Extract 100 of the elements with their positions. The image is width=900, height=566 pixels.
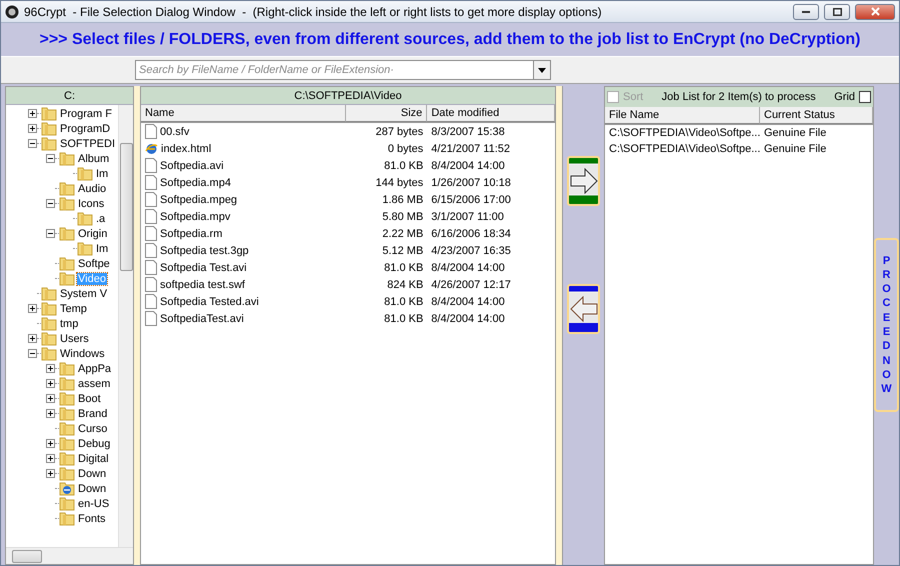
file-date: 4/23/2007 16:35 (430, 244, 512, 256)
remove-button[interactable] (567, 284, 600, 334)
expand-icon[interactable] (28, 304, 37, 313)
job-status: Genuine File (763, 143, 828, 155)
folder-item[interactable]: Debug (77, 438, 112, 450)
folder-item[interactable]: Origin (77, 228, 108, 240)
expand-icon[interactable] (46, 469, 55, 478)
folder-item[interactable]: Program F (59, 108, 113, 120)
column-header[interactable]: Name (141, 105, 346, 122)
folder-item[interactable]: en-US (77, 498, 110, 510)
close-button[interactable] (855, 4, 895, 20)
expand-icon[interactable] (46, 394, 55, 403)
grid-label: Grid (834, 91, 855, 103)
file-name[interactable]: 00.sfv (160, 126, 190, 138)
file-name[interactable]: Softpedia.mpeg (160, 194, 238, 206)
folder-item[interactable]: System V (59, 288, 108, 300)
column-header[interactable]: Current Status (760, 107, 873, 124)
folder-icon (41, 346, 57, 360)
file-name[interactable]: Softpedia Tested.avi (160, 296, 259, 308)
folder-item[interactable]: Down (77, 468, 108, 480)
folder-item[interactable]: Icons (77, 198, 106, 210)
file-name[interactable]: Softpedia.mp4 (160, 176, 231, 188)
folder-icon (59, 152, 75, 166)
web-page-icon (145, 142, 158, 156)
expand-icon[interactable] (46, 379, 55, 388)
dropdown-button[interactable] (533, 60, 551, 80)
folder-item[interactable]: Users (59, 332, 90, 344)
folder-item[interactable]: Softpe (77, 258, 111, 270)
file-name[interactable]: softpedia test.swf (160, 278, 245, 290)
folder-icon (59, 182, 75, 196)
minimize-icon (802, 10, 810, 12)
expand-icon[interactable] (28, 124, 37, 133)
file-name[interactable]: Softpedia Test.avi (160, 262, 247, 274)
folder-item[interactable]: tmp (59, 318, 80, 330)
file-date: 8/4/2004 14:00 (430, 262, 506, 274)
proceed-button[interactable]: PROCEED NOW (874, 238, 899, 412)
folder-icon (59, 496, 75, 510)
folder-item[interactable]: Down (77, 482, 108, 494)
collapse-icon[interactable] (28, 349, 37, 358)
horizontal-scrollbar[interactable] (6, 547, 133, 564)
collapse-icon[interactable] (46, 199, 55, 208)
web-folder-icon (59, 482, 75, 496)
folder-item[interactable]: Curso (77, 422, 108, 434)
collapse-icon[interactable] (28, 139, 37, 148)
file-name[interactable]: index.html (161, 142, 212, 154)
folder-item[interactable]: Im (95, 168, 110, 180)
file-name[interactable]: Softpedia test.3gp (160, 244, 249, 256)
expand-icon[interactable] (46, 454, 55, 463)
file-date: 3/1/2007 11:00 (430, 210, 505, 222)
file-size: 2.22 MB (381, 228, 424, 240)
job-file-name[interactable]: C:\SOFTPEDIA\Video\Softpe... (605, 143, 760, 155)
expand-icon[interactable] (28, 334, 37, 343)
folder-item[interactable]: .a (95, 212, 106, 224)
add-button[interactable] (567, 156, 600, 206)
search-field[interactable]: Search by FileName / FolderName or FileExtension· (135, 60, 533, 80)
folder-item[interactable]: ProgramD (59, 122, 112, 134)
expand-icon[interactable] (46, 364, 55, 373)
folder-item[interactable]: Audio (77, 182, 108, 194)
file-date: 6/15/2006 17:00 (430, 194, 512, 206)
collapse-icon[interactable] (46, 229, 55, 238)
close-icon (870, 7, 880, 16)
collapse-icon[interactable] (46, 154, 55, 163)
column-header[interactable]: File Name (605, 107, 760, 124)
window-title: 96Crypt - File Selection Dialog Window - (Right-click inside the left or right lists to get more display options) (24, 4, 603, 18)
folder-item[interactable]: Album (77, 152, 110, 164)
expand-icon[interactable] (28, 109, 37, 118)
file-name[interactable]: Softpedia.rm (160, 228, 222, 240)
folder-item[interactable]: Temp (59, 302, 88, 314)
folder-item[interactable]: assem (77, 378, 112, 390)
file-icon (145, 243, 157, 258)
file-date: 4/26/2007 12:17 (430, 278, 512, 290)
folder-item[interactable]: Im (95, 242, 110, 254)
folder-icon (59, 256, 75, 270)
folder-item[interactable]: Digital (77, 452, 110, 464)
folder-item[interactable]: Brand (77, 408, 108, 420)
expand-icon[interactable] (46, 409, 55, 418)
expand-icon[interactable] (46, 439, 55, 448)
column-header[interactable]: Size (346, 105, 428, 122)
file-name[interactable]: SoftpediaTest.avi (160, 312, 244, 324)
file-date: 8/4/2004 14:00 (430, 296, 506, 308)
grid-checkbox[interactable] (859, 91, 871, 103)
file-size: 1.86 MB (381, 194, 424, 206)
instruction-text: >>> Select files / FOLDERS, even from different sources, add them to the job list to EnCrypt (no DeCryption) (39, 30, 860, 48)
maximize-button[interactable] (824, 4, 850, 20)
minimize-button[interactable] (793, 4, 819, 20)
folder-item[interactable]: Boot (77, 392, 102, 404)
folder-item[interactable]: AppPa (77, 362, 112, 374)
file-name[interactable]: Softpedia.mpv (160, 210, 230, 222)
column-header[interactable]: Date modified (427, 105, 555, 122)
drive-header: C: (6, 87, 133, 105)
folder-icon (41, 122, 57, 136)
folder-item[interactable]: Fonts (77, 512, 107, 524)
folder-item[interactable]: SOFTPEDI (59, 138, 116, 150)
folder-icon (59, 362, 75, 376)
file-name[interactable]: Softpedia.avi (160, 160, 224, 172)
file-size: 81.0 KB (383, 262, 424, 274)
caret-icon (538, 68, 546, 72)
folder-item[interactable]: Windows (59, 348, 106, 360)
job-file-name[interactable]: C:\SOFTPEDIA\Video\Softpe... (605, 127, 760, 139)
vertical-scrollbar[interactable] (118, 105, 133, 547)
